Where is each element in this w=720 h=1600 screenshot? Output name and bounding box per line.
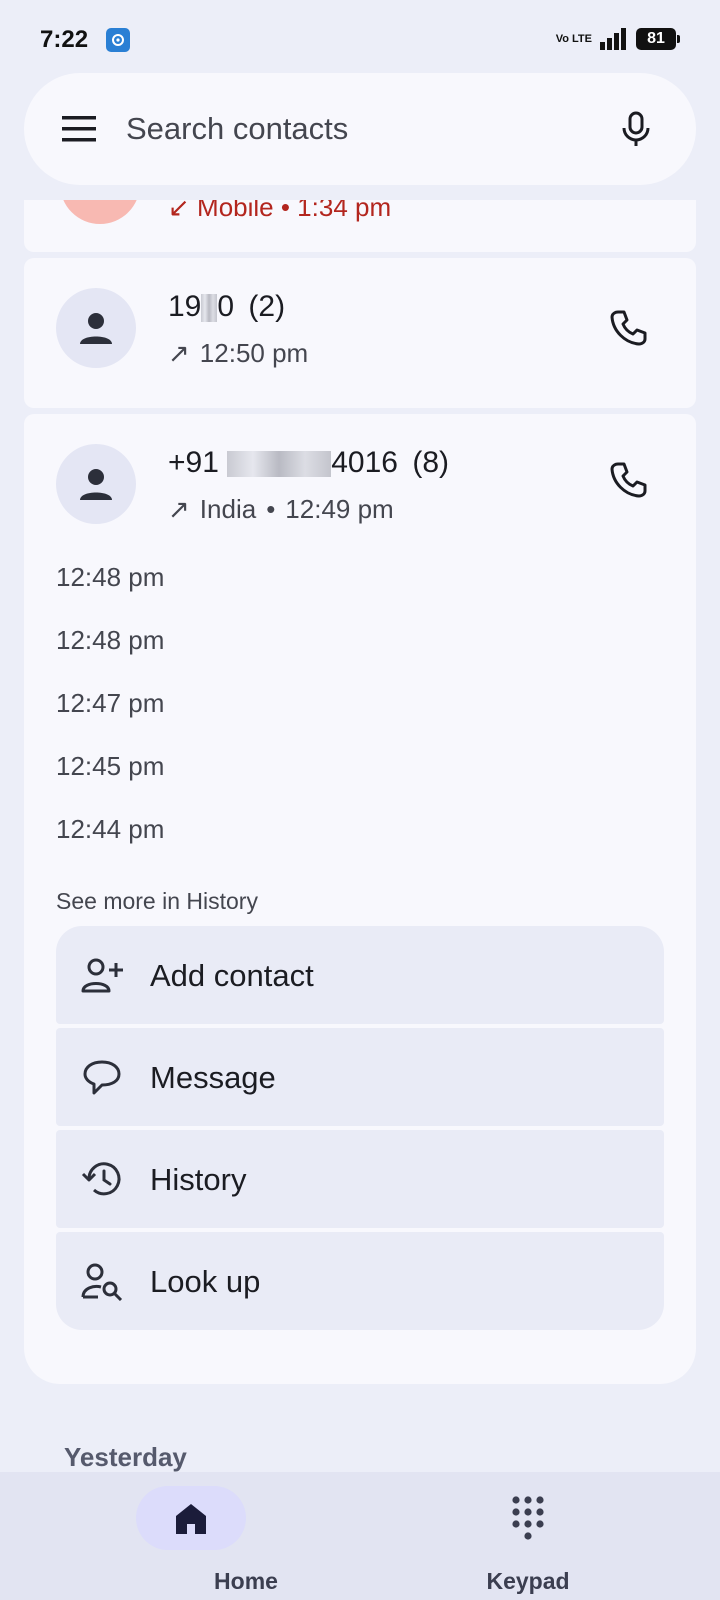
volte-indicator: Vo LTE xyxy=(555,32,592,45)
call-meta: ↗ India • 12:49 pm xyxy=(168,494,394,525)
avatar xyxy=(56,288,136,368)
signal-icon xyxy=(600,28,626,50)
message-label: Message xyxy=(150,1060,276,1095)
redacted-digits xyxy=(201,294,218,323)
call-time: 12:49 pm xyxy=(285,494,394,524)
history-time: 12:48 pm xyxy=(56,625,165,655)
message-button[interactable]: Message xyxy=(56,1028,664,1126)
call-meta-text: Mobile • 1:34 pm xyxy=(197,200,392,222)
message-icon xyxy=(83,1060,121,1095)
call-count: (8) xyxy=(412,446,449,479)
person-icon xyxy=(80,313,112,344)
missed-call-icon: ↙ xyxy=(168,200,190,222)
history-time: 12:45 pm xyxy=(56,751,165,781)
call-count: (2) xyxy=(248,290,286,323)
outgoing-call-icon: ↗ xyxy=(168,338,190,368)
history-time: 12:48 pm xyxy=(56,562,165,592)
add-contact-icon xyxy=(81,958,123,993)
number-suffix: 0 xyxy=(217,290,235,323)
status-bar: 7:22 Vo LTE 81 xyxy=(0,0,720,72)
contact-name: 19 0 (2) xyxy=(168,290,285,324)
battery-icon: 81 xyxy=(636,28,680,50)
outgoing-call-icon: ↗ xyxy=(168,494,190,524)
search-bar[interactable] xyxy=(24,73,696,185)
nav-home-indicator xyxy=(136,1486,246,1550)
look-up-label: Look up xyxy=(150,1264,261,1299)
look-up-button[interactable]: Look up xyxy=(56,1232,664,1330)
notification-app-icon xyxy=(106,28,130,52)
nav-home-label: Home xyxy=(214,1568,278,1594)
home-icon xyxy=(176,1504,206,1534)
mic-icon[interactable] xyxy=(616,109,656,149)
call-log-entry-partial[interactable]: ↙ Mobile • 1:34 pm xyxy=(24,200,696,252)
history-label: History xyxy=(150,1162,247,1197)
phone-icon[interactable] xyxy=(604,456,652,504)
section-header-yesterday: Yesterday xyxy=(64,1442,187,1472)
number-suffix: 4016 xyxy=(331,446,398,479)
search-input[interactable] xyxy=(126,109,586,149)
meta-separator: • xyxy=(266,494,276,524)
status-time: 7:22 xyxy=(40,26,89,53)
menu-icon[interactable] xyxy=(60,114,100,144)
call-meta: ↗ 12:50 pm xyxy=(168,338,308,369)
avatar xyxy=(56,444,136,524)
call-log-entry-expanded[interactable]: +91 4016 (8) ↗ India • 12:49 pm 12:48 pm… xyxy=(24,414,696,1384)
history-time: 12:44 pm xyxy=(56,814,165,844)
contact-name: +91 4016 (8) xyxy=(168,446,449,480)
history-time: 12:47 pm xyxy=(56,688,165,718)
call-meta: ↙ Mobile • 1:34 pm xyxy=(168,200,391,223)
nav-keypad[interactable]: Keypad xyxy=(470,1486,586,1598)
person-icon xyxy=(80,469,112,500)
call-time: 12:50 pm xyxy=(199,338,309,368)
add-contact-label: Add contact xyxy=(150,958,314,993)
look-up-icon xyxy=(81,1263,123,1301)
call-location: India xyxy=(199,494,257,524)
call-log-entry[interactable]: 19 0 (2) ↗ 12:50 pm xyxy=(24,258,696,408)
nav-home[interactable]: Home xyxy=(136,1486,278,1598)
phone-icon[interactable] xyxy=(604,304,652,352)
avatar xyxy=(60,200,140,224)
redacted-digits xyxy=(227,451,332,478)
bottom-navigation: Home Keypad xyxy=(0,1472,720,1600)
history-button[interactable]: History xyxy=(56,1130,664,1228)
number-prefix: 19 xyxy=(168,290,202,323)
see-more-in-history-link[interactable]: See more in History xyxy=(56,888,258,915)
history-icon xyxy=(81,1162,121,1196)
dialpad-icon xyxy=(512,1496,544,1540)
status-indicators: Vo LTE 81 xyxy=(555,28,680,50)
add-contact-button[interactable]: Add contact xyxy=(56,926,664,1024)
nav-keypad-label: Keypad xyxy=(486,1568,570,1594)
number-prefix: +91 xyxy=(168,446,219,479)
